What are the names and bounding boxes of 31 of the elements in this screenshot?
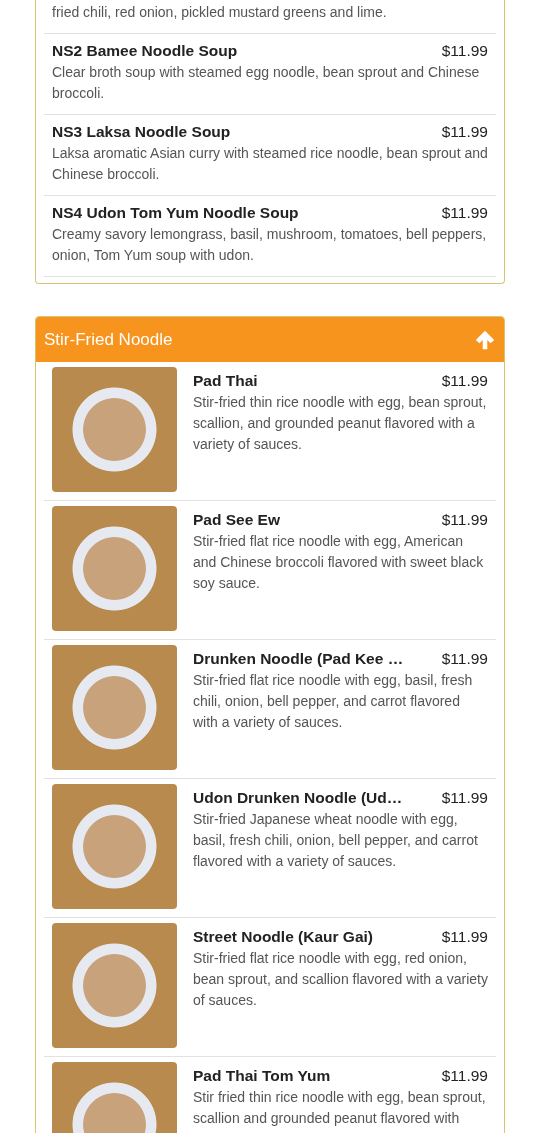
dish-name: NS2 Bamee Noodle Soup (52, 42, 238, 60)
dish-description: Laksa aromatic Asian curry with steamed rice noodle, bean sprout and Chinese broccoli. (52, 144, 488, 184)
dish-price: $11.99 (441, 511, 488, 529)
dish-description: Stir-fried flat rice noodle with egg, red onion, bean sprout, and scallion flavored with a variety of sauces. (193, 949, 488, 1010)
dish-description: Stir-fried Japanese wheat noodle with egg, basil, fresh chili, onion, bell pepper, and carrot flavored with a variety of sauces. (193, 810, 479, 871)
dish-price: $11.99 (441, 42, 488, 60)
arrow-up-icon[interactable] (474, 328, 496, 351)
dish-price: $11.99 (441, 928, 488, 946)
dish-price: $11.99 (441, 789, 488, 807)
dish-name: NS4 Udon Tom Yum Noodle Soup (52, 204, 299, 222)
dish-price: $11.99 (441, 1067, 488, 1085)
dish-price: $11.99 (441, 204, 488, 222)
dish-description: Stir-fried flat rice noodle with egg, American and Chinese broccoli flavored with sweet black soy sauce. (193, 532, 485, 593)
dish-description: Stir fried thin rice noodle with egg, bean sprout, scallion and grounded peanut flavored with (193, 1088, 487, 1128)
dish-price: $11.99 (441, 123, 488, 141)
dish-name: Street Noodle (Kaur Gai) (193, 928, 373, 946)
dish-price: $11.99 (441, 650, 488, 668)
dish-name: Pad See Ew (193, 511, 280, 529)
dish-name: Pad Thai (193, 372, 258, 390)
section-header[interactable]: Stir-Fried Noodle (36, 317, 504, 362)
dish-description: Stir-fried flat rice noodle with egg, basil, fresh chili, onion, bell pepper, and carrot flavored with a variety of sauces. (193, 671, 474, 732)
dish-name: Drunken Noodle (Pad Kee … (193, 650, 404, 668)
dish-name: NS3 Laksa Noodle Soup (52, 123, 231, 141)
dish-price: $11.99 (441, 372, 488, 390)
dish-description: Stir-fried thin rice noodle with egg, bean sprout, scallion, and grounded peanut flavored with a variety of sauces. (193, 393, 488, 454)
dish-description: Creamy savory lemongrass, basil, mushroom, tomatoes, bell peppers, onion, Tom Yum soup with udon. (52, 225, 488, 265)
dish-description: Clear broth soup with steamed egg noodle, bean sprout and Chinese broccoli. (52, 63, 481, 103)
section-title: Stir-Fried Noodle (44, 329, 173, 350)
dish-description: fried chili, red onion, pickled mustard greens and lime. (52, 3, 388, 22)
dish-name: Udon Drunken Noodle (Ud… (193, 789, 403, 807)
dish-name: Pad Thai Tom Yum (193, 1067, 331, 1085)
